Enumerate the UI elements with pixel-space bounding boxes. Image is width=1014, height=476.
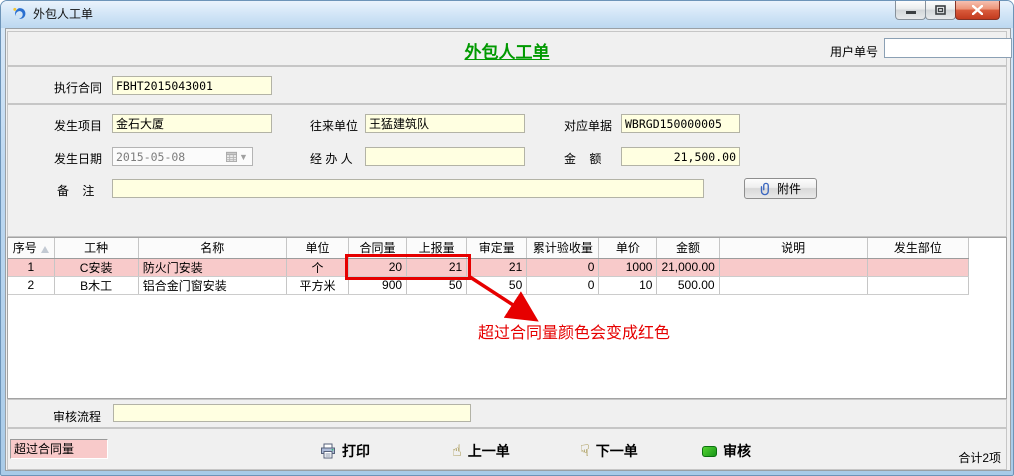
column-header-11[interactable]: 说明 [719,238,867,258]
close-icon [972,5,983,15]
table-cell[interactable]: 个 [286,258,348,276]
column-header-3[interactable]: 名称 [138,238,286,258]
table-cell[interactable]: 铝合金门窗安装 [138,276,286,294]
column-header-2[interactable]: 工种 [54,238,138,258]
restore-button[interactable] [925,1,956,20]
remark-label: 备 注 [57,182,94,199]
date-value: 2015-05-08 [113,150,222,164]
audit-button[interactable]: 审核 [702,441,751,461]
column-header-label: 名称 [200,241,224,255]
table-cell[interactable] [867,258,968,276]
column-header-label: 序号 [13,241,37,255]
print-button[interactable]: 打印 [320,441,370,461]
amount-label: 金 额 [564,150,601,167]
project-label: 发生项目 [54,117,102,134]
column-header-label: 工种 [84,241,108,255]
doc-label: 对应单据 [564,117,612,134]
print-button-label: 打印 [342,441,370,461]
user-no-input[interactable] [884,38,1012,58]
over-contract-legend: 超过合同量 [10,439,108,459]
review-label: 审核流程 [53,408,101,425]
counterpart-label: 往来单位 [310,117,358,134]
titlebar: 外包人工单 [1,1,1013,28]
table-cell[interactable]: 1 [8,258,54,276]
chevron-down-icon: ▼ [239,152,248,162]
attachment-button-label: 附件 [777,180,801,197]
handler-label: 经 办 人 [310,150,353,167]
window-title: 外包人工单 [33,1,93,27]
column-header-10[interactable]: 金额 [657,238,719,258]
column-header-label: 审定量 [479,241,515,255]
header-panel: 外包人工单 用户单号 [7,31,1007,66]
doc-input[interactable] [621,114,740,133]
table-cell[interactable] [867,276,968,294]
column-header-label: 单价 [616,241,640,255]
next-order-button[interactable]: ☟ 下一单 [580,441,638,461]
minimize-button[interactable] [895,1,926,20]
table-cell[interactable]: 1000 [599,258,657,276]
audit-status-icon [702,446,717,457]
next-order-label: 下一单 [596,441,638,461]
paperclip-icon [760,182,772,196]
sort-ascending-icon [41,246,49,253]
date-picker[interactable]: 2015-05-08 ▼ [112,147,253,166]
remark-input[interactable] [112,179,704,198]
restore-icon [935,5,946,15]
column-header-4[interactable]: 单位 [286,238,348,258]
table-cell[interactable] [719,258,867,276]
column-header-12[interactable]: 发生部位 [867,238,968,258]
contract-input[interactable] [112,76,272,95]
close-button[interactable] [955,1,1000,20]
over-contract-highlight-box [345,254,471,280]
column-header-8[interactable]: 累计验收量 [527,238,599,258]
previous-order-button[interactable]: ☝ 上一单 [452,441,510,461]
footer-panel: 超过合同量 打印 ☝ 上一单 ☟ 下一单 审核 合计2项 [7,428,1007,470]
table-cell[interactable]: 500.00 [657,276,719,294]
table-cell[interactable]: 防火门安装 [138,258,286,276]
table-cell[interactable]: 2 [8,276,54,294]
column-header-label: 单位 [305,241,329,255]
table-cell[interactable]: 平方米 [286,276,348,294]
review-input[interactable] [113,404,471,422]
form-panel: 发生项目 往来单位 对应单据 发生日期 2015-05-08 ▼ 经 办 人 [7,104,1007,237]
contract-panel: 执行合同 [7,66,1007,104]
window-outsourcing-labor-order: 外包人工单 外包人工单 用户单号 执行合同 [0,0,1014,476]
app-icon [11,6,28,23]
minimize-icon [906,6,916,15]
column-header-9[interactable]: 单价 [599,238,657,258]
column-header-7[interactable]: 审定量 [467,238,527,258]
previous-order-label: 上一单 [468,441,510,461]
column-header-label: 累计验收量 [533,241,593,255]
annotation-text: 超过合同量颜色会变成红色 [478,319,670,343]
column-header-1[interactable]: 序号 [8,238,54,258]
column-header-label: 金额 [676,241,700,255]
handler-input[interactable] [365,147,525,166]
counterpart-input[interactable] [365,114,525,133]
hand-up-icon: ☝ [452,443,462,459]
project-input[interactable] [112,114,272,133]
date-label: 发生日期 [54,150,102,167]
review-panel: 审核流程 [7,399,1007,428]
contract-label: 执行合同 [54,79,102,96]
total-items-label: 合计2项 [958,449,1001,466]
column-header-label: 发生部位 [894,241,942,255]
column-header-label: 说明 [781,241,805,255]
table-cell[interactable]: 10 [599,276,657,294]
table-cell[interactable]: C安装 [54,258,138,276]
table-cell[interactable] [719,276,867,294]
user-no-label: 用户单号 [830,43,878,60]
hand-down-icon: ☟ [580,443,590,459]
table-cell[interactable]: B木工 [54,276,138,294]
calendar-icon [226,151,237,162]
amount-input[interactable] [621,147,740,166]
calendar-dropdown-button[interactable]: ▼ [222,148,252,165]
printer-icon [320,443,336,459]
attachment-button[interactable]: 附件 [744,178,817,199]
table-header-row: 序号工种名称单位合同量上报量审定量累计验收量单价金额说明发生部位 [8,238,969,258]
audit-button-label: 审核 [723,441,751,461]
table-cell[interactable]: 21,000.00 [657,258,719,276]
